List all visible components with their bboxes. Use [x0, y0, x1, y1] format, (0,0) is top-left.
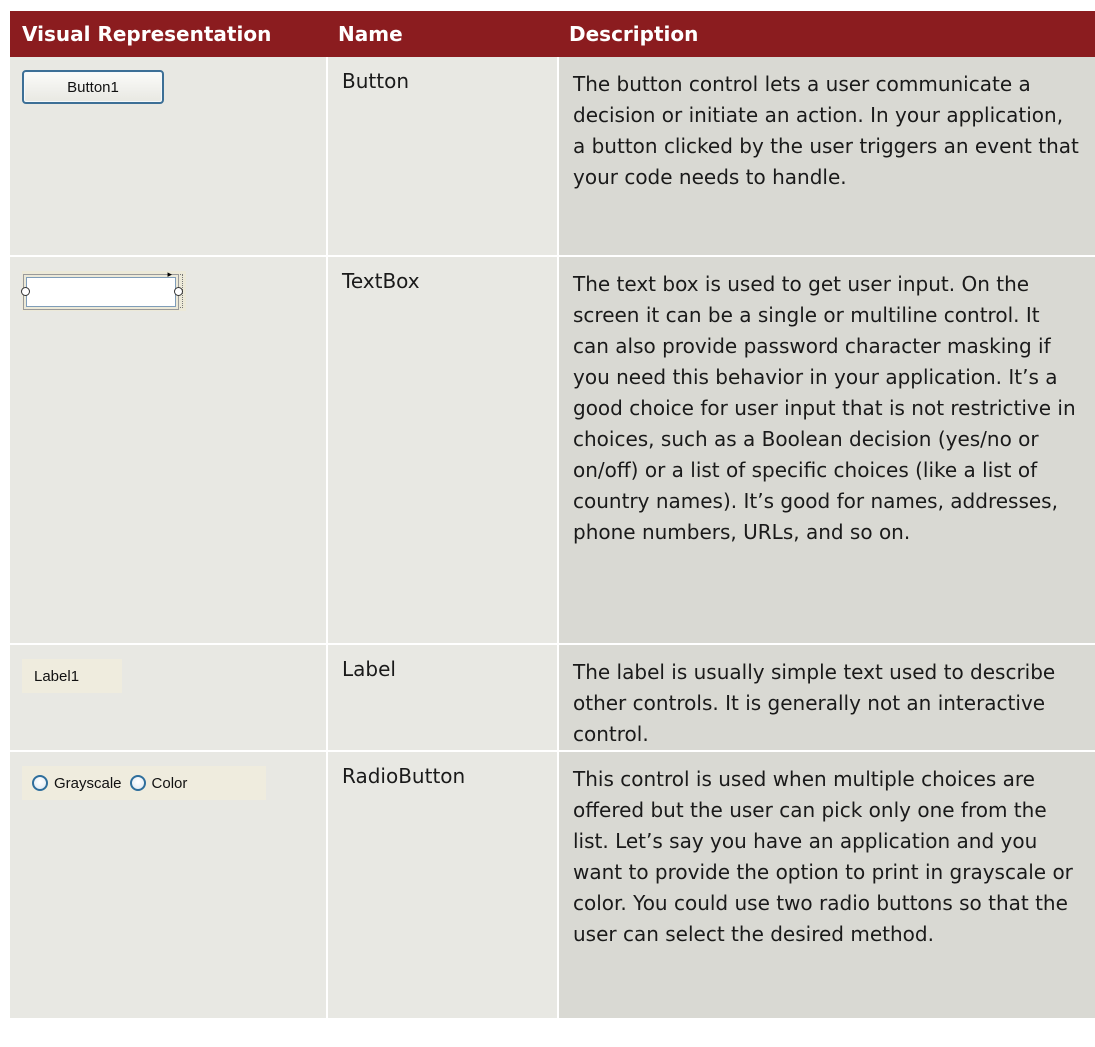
description-cell: The label is usually simple text used to… [557, 645, 1095, 750]
name-cell: Label [326, 645, 557, 750]
resize-handle-left[interactable] [21, 287, 30, 296]
sample-textbox[interactable]: ▸ [21, 271, 186, 311]
radio-label: Grayscale [54, 774, 122, 792]
table-header: Visual Representation Name Description [10, 11, 1095, 57]
sample-button[interactable]: Button1 [22, 70, 164, 104]
description-cell: The text box is used to get user input. … [557, 257, 1095, 643]
header-visual-representation: Visual Representation [22, 22, 272, 46]
visual-cell: ▸ [10, 257, 326, 643]
smart-tag-icon[interactable]: ▸ [167, 271, 172, 280]
radio-circle-icon[interactable] [32, 775, 48, 791]
textbox-field[interactable] [26, 277, 176, 307]
radio-circle-icon[interactable] [129, 775, 146, 791]
visual-cell: Grayscale Color [10, 752, 326, 1018]
visual-cell: Button1 [10, 57, 326, 255]
table-row: ▸ TextBox The text box is used to get us… [10, 257, 1095, 645]
radio-label: Color [151, 774, 188, 792]
sample-label: Label1 [22, 659, 122, 693]
resize-handle-right[interactable] [174, 287, 183, 296]
header-name: Name [338, 22, 403, 46]
name-cell: RadioButton [326, 752, 557, 1018]
name-cell: Button [326, 57, 557, 255]
table-row: Button1 Button The button control lets a… [10, 57, 1095, 257]
name-cell: TextBox [326, 257, 557, 643]
header-description: Description [569, 22, 699, 46]
description-cell: The button control lets a user communica… [557, 57, 1095, 255]
visual-cell: Label1 [10, 645, 326, 750]
table-row: Grayscale Color RadioButton This control… [10, 752, 1095, 1020]
radio-option-color[interactable]: Color [129, 774, 188, 792]
controls-table: Visual Representation Name Description B… [10, 11, 1095, 1020]
table-row: Label1 Label The label is usually simple… [10, 645, 1095, 752]
description-cell: This control is used when multiple choic… [557, 752, 1095, 1018]
radio-option-grayscale[interactable]: Grayscale [32, 775, 122, 792]
sample-radio-group: Grayscale Color [22, 766, 266, 800]
